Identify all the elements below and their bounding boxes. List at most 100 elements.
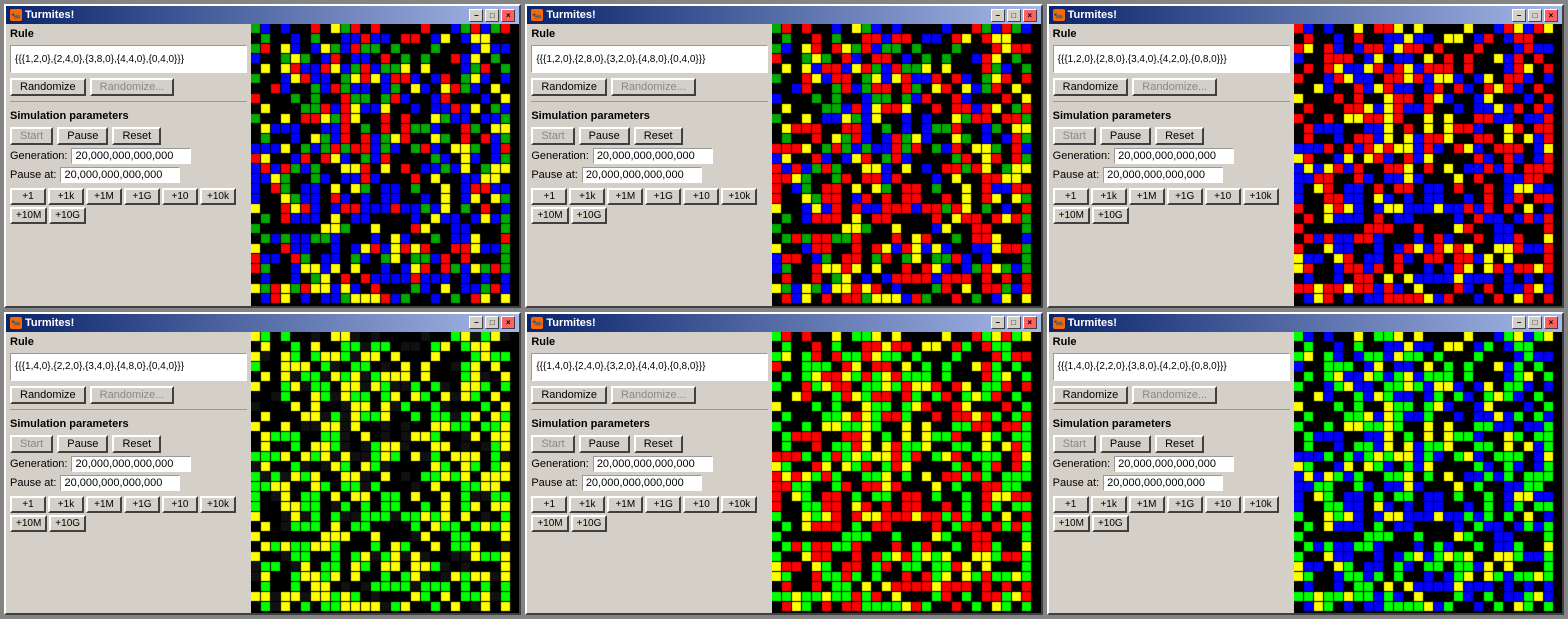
step-btn-1-0[interactable]: +1 — [10, 188, 46, 205]
close-button-5[interactable]: × — [1023, 316, 1037, 329]
step-btn-4-4[interactable]: +10 — [162, 496, 198, 513]
step-btn-3-3[interactable]: +1G — [1167, 188, 1203, 205]
reset-button-4[interactable]: Reset — [112, 435, 161, 453]
step-btn-1-6[interactable]: +10M — [10, 207, 47, 224]
randomize2-button-6[interactable]: Randomize... — [1132, 386, 1217, 404]
maximize-button-1[interactable]: □ — [485, 9, 499, 22]
step-btn-6-4[interactable]: +10 — [1205, 496, 1241, 513]
close-button-1[interactable]: × — [501, 9, 515, 22]
step-btn-1-7[interactable]: +10G — [49, 207, 86, 224]
randomize-button-2[interactable]: Randomize — [531, 78, 607, 96]
maximize-button-6[interactable]: □ — [1528, 316, 1542, 329]
step-btn-3-5[interactable]: +10k — [1243, 188, 1279, 205]
reset-button-1[interactable]: Reset — [112, 127, 161, 145]
randomize-button-3[interactable]: Randomize — [1053, 78, 1129, 96]
step-btn-2-0[interactable]: +1 — [531, 188, 567, 205]
step-btn-5-0[interactable]: +1 — [531, 496, 567, 513]
titlebar-5: 🐜 Turmites! − □ × — [527, 314, 1040, 332]
pause-button-2[interactable]: Pause — [579, 127, 630, 145]
randomize-button-1[interactable]: Randomize — [10, 78, 86, 96]
step-btn-4-3[interactable]: +1G — [124, 496, 160, 513]
close-button-2[interactable]: × — [1023, 9, 1037, 22]
randomize2-button-2[interactable]: Randomize... — [611, 78, 696, 96]
start-button-1[interactable]: Start — [10, 127, 53, 145]
step-btn-6-3[interactable]: +1G — [1167, 496, 1203, 513]
step-btn-6-7[interactable]: +10G — [1092, 515, 1129, 532]
step-btn-2-7[interactable]: +10G — [571, 207, 608, 224]
step-btn-1-5[interactable]: +10k — [200, 188, 236, 205]
pause-button-3[interactable]: Pause — [1100, 127, 1151, 145]
step-btn-2-1[interactable]: +1k — [569, 188, 605, 205]
maximize-button-3[interactable]: □ — [1528, 9, 1542, 22]
minimize-button-3[interactable]: − — [1512, 9, 1526, 22]
step-btn-1-2[interactable]: +1M — [86, 188, 122, 205]
step-btn-3-2[interactable]: +1M — [1129, 188, 1165, 205]
step-btn-4-6[interactable]: +10M — [10, 515, 47, 532]
close-button-4[interactable]: × — [501, 316, 515, 329]
step-btn-6-1[interactable]: +1k — [1091, 496, 1127, 513]
step-btn-6-5[interactable]: +10k — [1243, 496, 1279, 513]
minimize-button-2[interactable]: − — [991, 9, 1005, 22]
step-btn-2-5[interactable]: +10k — [721, 188, 757, 205]
step-btn-3-6[interactable]: +10M — [1053, 207, 1090, 224]
step-btn-3-1[interactable]: +1k — [1091, 188, 1127, 205]
start-button-4[interactable]: Start — [10, 435, 53, 453]
minimize-button-5[interactable]: − — [991, 316, 1005, 329]
start-button-6[interactable]: Start — [1053, 435, 1096, 453]
maximize-button-2[interactable]: □ — [1007, 9, 1021, 22]
maximize-button-4[interactable]: □ — [485, 316, 499, 329]
step-btn-4-5[interactable]: +10k — [200, 496, 236, 513]
pause-button-6[interactable]: Pause — [1100, 435, 1151, 453]
step-btn-1-1[interactable]: +1k — [48, 188, 84, 205]
step-btn-6-2[interactable]: +1M — [1129, 496, 1165, 513]
pause-button-1[interactable]: Pause — [57, 127, 108, 145]
reset-button-5[interactable]: Reset — [634, 435, 683, 453]
step-btn-5-2[interactable]: +1M — [607, 496, 643, 513]
step-btn-5-7[interactable]: +10G — [571, 515, 608, 532]
step-btn-5-5[interactable]: +10k — [721, 496, 757, 513]
step-btn-3-4[interactable]: +10 — [1205, 188, 1241, 205]
randomize2-button-3[interactable]: Randomize... — [1132, 78, 1217, 96]
randomize-button-4[interactable]: Randomize — [10, 386, 86, 404]
reset-button-3[interactable]: Reset — [1155, 127, 1204, 145]
start-button-3[interactable]: Start — [1053, 127, 1096, 145]
pause-button-4[interactable]: Pause — [57, 435, 108, 453]
minimize-button-1[interactable]: − — [469, 9, 483, 22]
randomize2-button-4[interactable]: Randomize... — [90, 386, 175, 404]
step-btn-4-7[interactable]: +10G — [49, 515, 86, 532]
minimize-button-4[interactable]: − — [469, 316, 483, 329]
minimize-button-6[interactable]: − — [1512, 316, 1526, 329]
step-btn-5-1[interactable]: +1k — [569, 496, 605, 513]
randomize2-button-1[interactable]: Randomize... — [90, 78, 175, 96]
randomize2-button-5[interactable]: Randomize... — [611, 386, 696, 404]
reset-button-2[interactable]: Reset — [634, 127, 683, 145]
step-btn-5-6[interactable]: +10M — [531, 515, 568, 532]
reset-button-6[interactable]: Reset — [1155, 435, 1204, 453]
titlebar-left-6: 🐜 Turmites! — [1053, 317, 1117, 329]
pause-at-label-6: Pause at: — [1053, 477, 1099, 489]
close-button-6[interactable]: × — [1544, 316, 1558, 329]
start-button-5[interactable]: Start — [531, 435, 574, 453]
randomize-button-6[interactable]: Randomize — [1053, 386, 1129, 404]
step-btn-1-3[interactable]: +1G — [124, 188, 160, 205]
step-btn-1-4[interactable]: +10 — [162, 188, 198, 205]
step-btn-2-4[interactable]: +10 — [683, 188, 719, 205]
start-button-2[interactable]: Start — [531, 127, 574, 145]
step-btn-4-2[interactable]: +1M — [86, 496, 122, 513]
step-btn-3-0[interactable]: +1 — [1053, 188, 1089, 205]
step-btn-3-7[interactable]: +10G — [1092, 207, 1129, 224]
maximize-button-5[interactable]: □ — [1007, 316, 1021, 329]
step-btn-2-2[interactable]: +1M — [607, 188, 643, 205]
step-btn-6-0[interactable]: +1 — [1053, 496, 1089, 513]
step-btn-5-4[interactable]: +10 — [683, 496, 719, 513]
randomize-button-5[interactable]: Randomize — [531, 386, 607, 404]
step-btn-4-0[interactable]: +1 — [10, 496, 46, 513]
step-btn-6-6[interactable]: +10M — [1053, 515, 1090, 532]
simulation-canvas-4 — [251, 332, 519, 614]
step-btn-4-1[interactable]: +1k — [48, 496, 84, 513]
close-button-3[interactable]: × — [1544, 9, 1558, 22]
step-btn-2-6[interactable]: +10M — [531, 207, 568, 224]
step-btn-2-3[interactable]: +1G — [645, 188, 681, 205]
pause-button-5[interactable]: Pause — [579, 435, 630, 453]
step-btn-5-3[interactable]: +1G — [645, 496, 681, 513]
